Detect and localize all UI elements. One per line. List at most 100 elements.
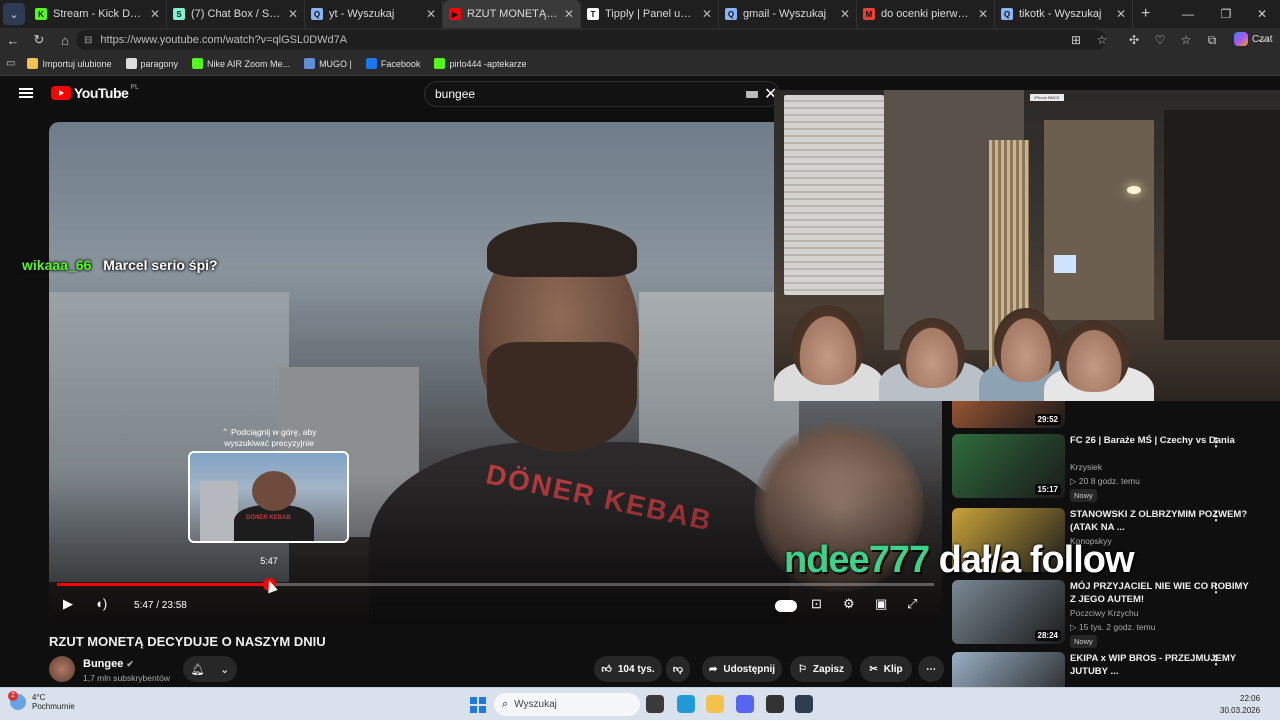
obs-icon[interactable]	[766, 695, 784, 713]
copilot-button[interactable]: Czat	[1234, 32, 1273, 46]
video-menu-icon[interactable]: ⋮	[1210, 653, 1222, 667]
minimize-icon[interactable]: —	[1170, 0, 1206, 28]
tab-1[interactable]: K Stream - Kick Dashboard ✕	[29, 0, 167, 28]
taskbar-search[interactable]: ⌕ Wyszukaj	[494, 693, 640, 716]
play-icon[interactable]: ▶	[63, 596, 73, 612]
fullscreen-icon[interactable]: ⤢	[907, 596, 917, 612]
channel-name[interactable]: Bungee ✔	[83, 658, 134, 670]
bookmark-item[interactable]: Nike AIR Zoom Me...	[192, 58, 290, 69]
video-menu-icon[interactable]: ⋮	[1210, 581, 1222, 595]
close-tab-icon[interactable]: ✕	[426, 7, 436, 21]
settings-gear-icon[interactable]: ⚙	[843, 596, 855, 612]
tab-actions-menu-icon[interactable]: ⌄	[3, 3, 25, 25]
sidebar-toggle-icon[interactable]: ▭	[6, 58, 15, 69]
close-tab-icon[interactable]: ✕	[150, 7, 160, 21]
video-thumbnail[interactable]	[952, 652, 1065, 687]
youtube-logo[interactable]: YouTube PL	[51, 84, 139, 101]
browser-essentials-icon[interactable]: ♡	[1149, 33, 1171, 47]
weather-badge: 2	[8, 691, 18, 701]
favorites-icon[interactable]: ☆	[1175, 33, 1197, 47]
tab-favicon-icon: M	[863, 8, 875, 20]
bookmark-item[interactable]: Facebook	[365, 58, 420, 69]
tab-6[interactable]: Qgmail - Wyszukaj ✕	[719, 0, 857, 28]
bookmark-item[interactable]: paragony	[125, 58, 178, 69]
start-button[interactable]	[470, 697, 486, 713]
close-tab-icon[interactable]: ✕	[840, 7, 850, 21]
like-button[interactable]: 👍︎ 104 tys.	[594, 656, 662, 682]
tab-favicon-icon: S	[173, 8, 185, 20]
collections-icon[interactable]: ⧉	[1201, 33, 1223, 48]
favorite-star-icon[interactable]: ☆	[1091, 33, 1113, 47]
home-icon[interactable]: ⌂	[52, 33, 78, 48]
tab-5[interactable]: T Tipply | Panel użytkownika ✕	[581, 0, 719, 28]
verified-icon: ✔	[126, 659, 134, 669]
autoplay-toggle[interactable]	[775, 600, 797, 612]
video-channel: Poczciwy Krzychu	[1070, 608, 1139, 618]
save-button[interactable]: ⚐ Zapisz	[790, 656, 852, 682]
time-display: 5:47 / 23:58	[134, 600, 187, 611]
tab-4[interactable]: ▶ RZUT MONETĄ DECYDUJE O ✕	[443, 0, 581, 28]
preview-building	[200, 481, 238, 541]
share-button[interactable]: ➦ Udostępnij	[702, 656, 782, 682]
weather-widget[interactable]: 2 4°C Pochmurnie	[8, 691, 75, 711]
facebook-icon	[365, 58, 377, 69]
notification-bell-button[interactable]: 🔔︎ ⌄	[183, 656, 237, 682]
tab-label: gmail - Wyszukaj	[743, 8, 827, 20]
chat-overlay-message: wikaaa_66 Marcel serio śpi?	[22, 257, 218, 273]
recommended-video[interactable]: 28:24 MÓJ PRZYJACIEL NIE WIE CO ROBIMY Z …	[952, 580, 1280, 648]
extensions-icon[interactable]: ✣	[1123, 33, 1145, 47]
seek-preview-thumbnail: DÖNER KEBAB	[188, 451, 349, 543]
video-thumbnail[interactable]: 15:17	[952, 434, 1065, 498]
close-tab-icon[interactable]: ✕	[288, 7, 298, 21]
close-window-icon[interactable]: ✕	[1244, 0, 1280, 28]
maximize-icon[interactable]: ❐	[1208, 0, 1244, 28]
volume-icon[interactable]: ◖)	[95, 596, 107, 611]
site-info-icon[interactable]: ⊟	[84, 35, 92, 46]
youtube-search-input[interactable]: bungee ✕	[424, 81, 780, 107]
recommended-video[interactable]: 15:17 FC 26 | Baraże MŚ | Czechy vs Dania…	[952, 434, 1280, 502]
preview-head	[252, 471, 296, 511]
tab-2[interactable]: S (7) Chat Box / Streamlabs ✕	[167, 0, 305, 28]
bookmark-item[interactable]: MUGO |	[304, 58, 352, 69]
menu-icon[interactable]	[19, 88, 33, 98]
new-tab-button[interactable]: +	[1141, 5, 1150, 23]
refresh-icon[interactable]: ↻	[26, 32, 52, 48]
app-available-icon[interactable]: ⊞	[1065, 33, 1087, 47]
back-icon[interactable]: ←	[0, 33, 26, 48]
keyboard-icon[interactable]	[746, 91, 758, 98]
video-thumbnail[interactable]: 28:24	[952, 580, 1065, 644]
miniplayer-icon[interactable]: ▣	[875, 596, 887, 612]
task-view-icon[interactable]	[646, 695, 664, 713]
close-tab-icon[interactable]: ✕	[978, 7, 988, 21]
streamlabs-icon[interactable]	[795, 695, 813, 713]
url-field[interactable]: ⊟ https://www.youtube.com/watch?v=qlGSL0…	[76, 30, 1106, 50]
thumbs-up-icon: 👍︎	[601, 664, 612, 675]
subtitles-icon[interactable]: ⊡	[811, 596, 822, 612]
tab-7[interactable]: Mdo ocenki pierwsza wersja te ✕	[857, 0, 995, 28]
recommended-video[interactable]: EKIPA x WIP BROS - PRZEJMUJEMY JUTUBY ..…	[952, 652, 1280, 687]
close-tab-icon[interactable]: ✕	[564, 7, 574, 21]
tab-label: do ocenki pierwsza wersja te	[881, 8, 972, 20]
clip-button[interactable]: ✂ Klip	[860, 656, 912, 682]
taskbar-clock[interactable]: 22:06 30.03.2026	[1220, 693, 1260, 717]
video-menu-icon[interactable]: ⋮	[1210, 509, 1222, 523]
channel-avatar[interactable]	[49, 656, 75, 682]
more-actions-button[interactable]: ⋯	[918, 656, 944, 682]
close-tab-icon[interactable]: ✕	[702, 7, 712, 21]
subscriber-count: 1,7 mln subskrybentów	[83, 673, 170, 683]
tab-3[interactable]: Qyt - Wyszukaj ✕	[305, 0, 443, 28]
video-title: STANOWSKI Z OLBRZYMIM POZWEM? (ATAK NA .…	[1070, 509, 1248, 533]
close-tab-icon[interactable]: ✕	[1116, 7, 1126, 21]
tab-8[interactable]: Qtikotk - Wyszukaj ✕	[995, 0, 1133, 28]
bookmarks-bar: ▭ Importuj ulubione paragony Nike AIR Zoom…	[0, 52, 1280, 76]
file-explorer-icon[interactable]	[706, 695, 724, 713]
video-menu-icon[interactable]: ⋮	[1210, 435, 1222, 449]
clock-date: 30.03.2026	[1220, 706, 1261, 715]
video-title: FC 26 | Baraże MŚ | Czechy vs Dania	[1070, 435, 1235, 446]
bookmark-item[interactable]: pirlo444 -aptekarze	[434, 58, 526, 69]
edge-icon[interactable]	[677, 695, 695, 713]
discord-icon[interactable]	[736, 695, 754, 713]
thumbs-down-icon: 👎︎	[672, 664, 684, 675]
dislike-button[interactable]: 👎︎	[666, 656, 690, 682]
bookmark-item[interactable]: Importuj ulubione	[27, 58, 112, 69]
